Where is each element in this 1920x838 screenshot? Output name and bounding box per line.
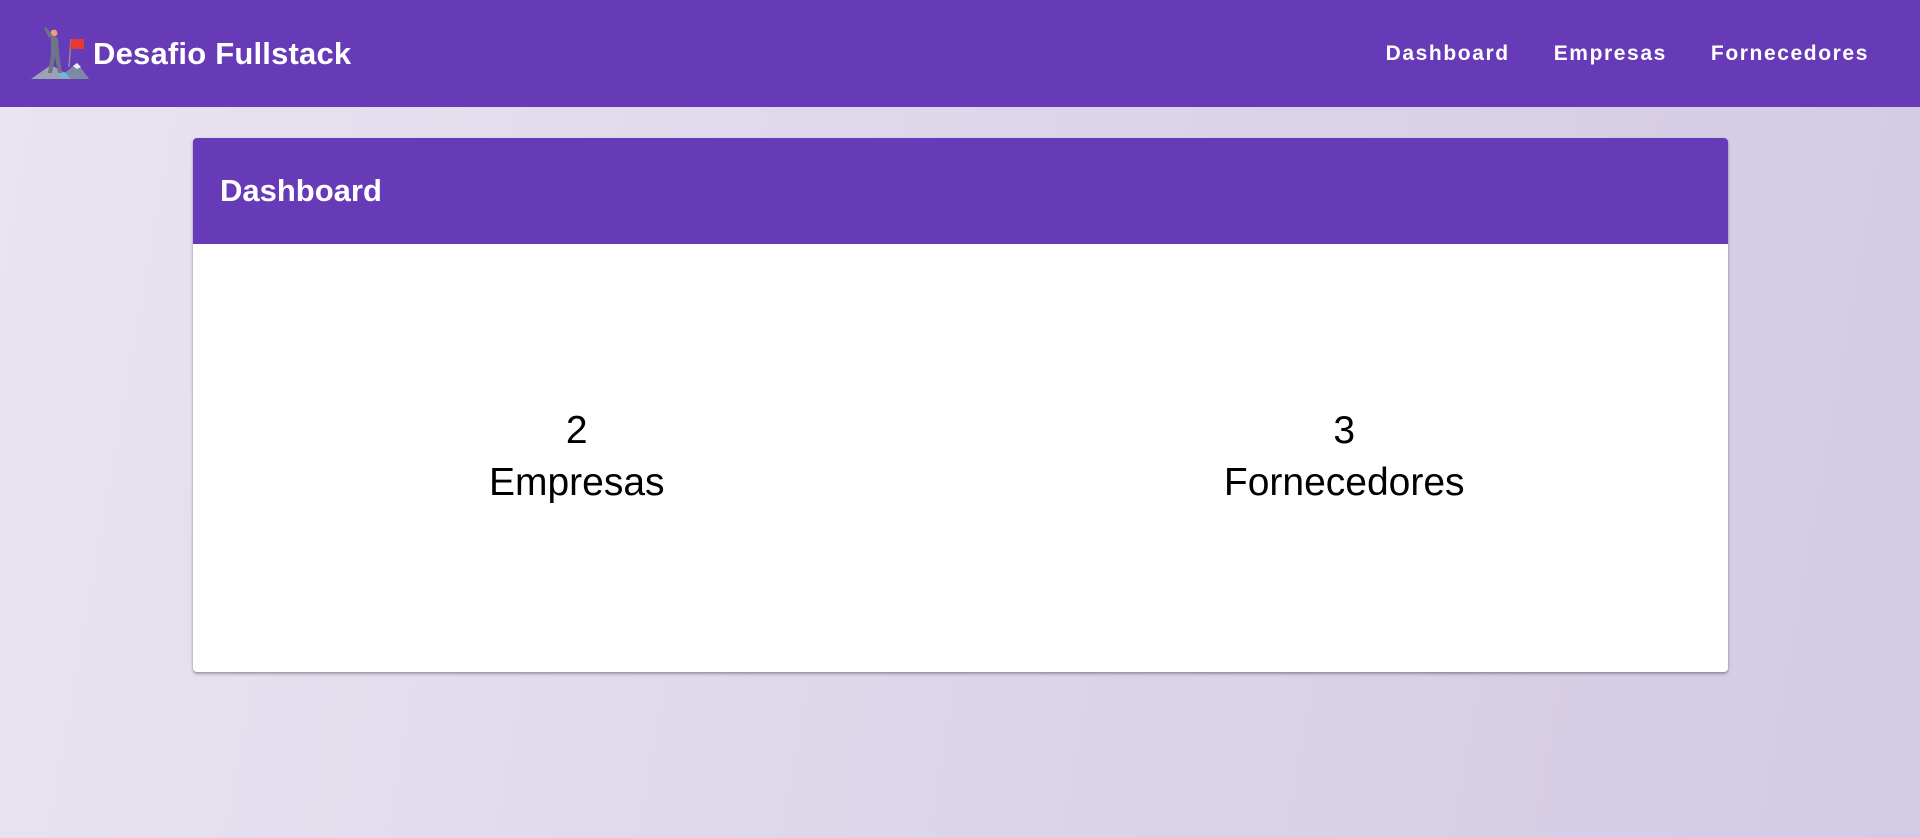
- mountain-climber-flag-icon: [31, 26, 89, 79]
- stat-empresas: 2 Empresas: [193, 244, 961, 672]
- stat-label: Fornecedores: [1223, 461, 1465, 504]
- brand[interactable]: Desafio Fullstack: [29, 0, 351, 107]
- stat-label: Empresas: [488, 461, 665, 504]
- dashboard-card: Dashboard 2 Empresas 3 Fornecedores: [193, 138, 1728, 672]
- stat-fornecedores: 3 Fornecedores: [961, 244, 1729, 672]
- stat-value: 2: [565, 409, 588, 452]
- stat-value: 3: [1333, 409, 1356, 452]
- nav-link-fornecedores[interactable]: Fornecedores: [1689, 32, 1891, 76]
- card-body: 2 Empresas 3 Fornecedores: [193, 244, 1728, 672]
- app-title: Desafio Fullstack: [93, 35, 352, 71]
- top-app-bar: Desafio Fullstack Dashboard Empresas For…: [0, 0, 1920, 107]
- card-header: Dashboard: [193, 138, 1728, 244]
- nav-link-empresas[interactable]: Empresas: [1532, 32, 1689, 76]
- main-nav: Dashboard Empresas Fornecedores: [1364, 32, 1891, 76]
- card-title: Dashboard: [220, 173, 382, 208]
- nav-link-dashboard[interactable]: Dashboard: [1364, 32, 1532, 76]
